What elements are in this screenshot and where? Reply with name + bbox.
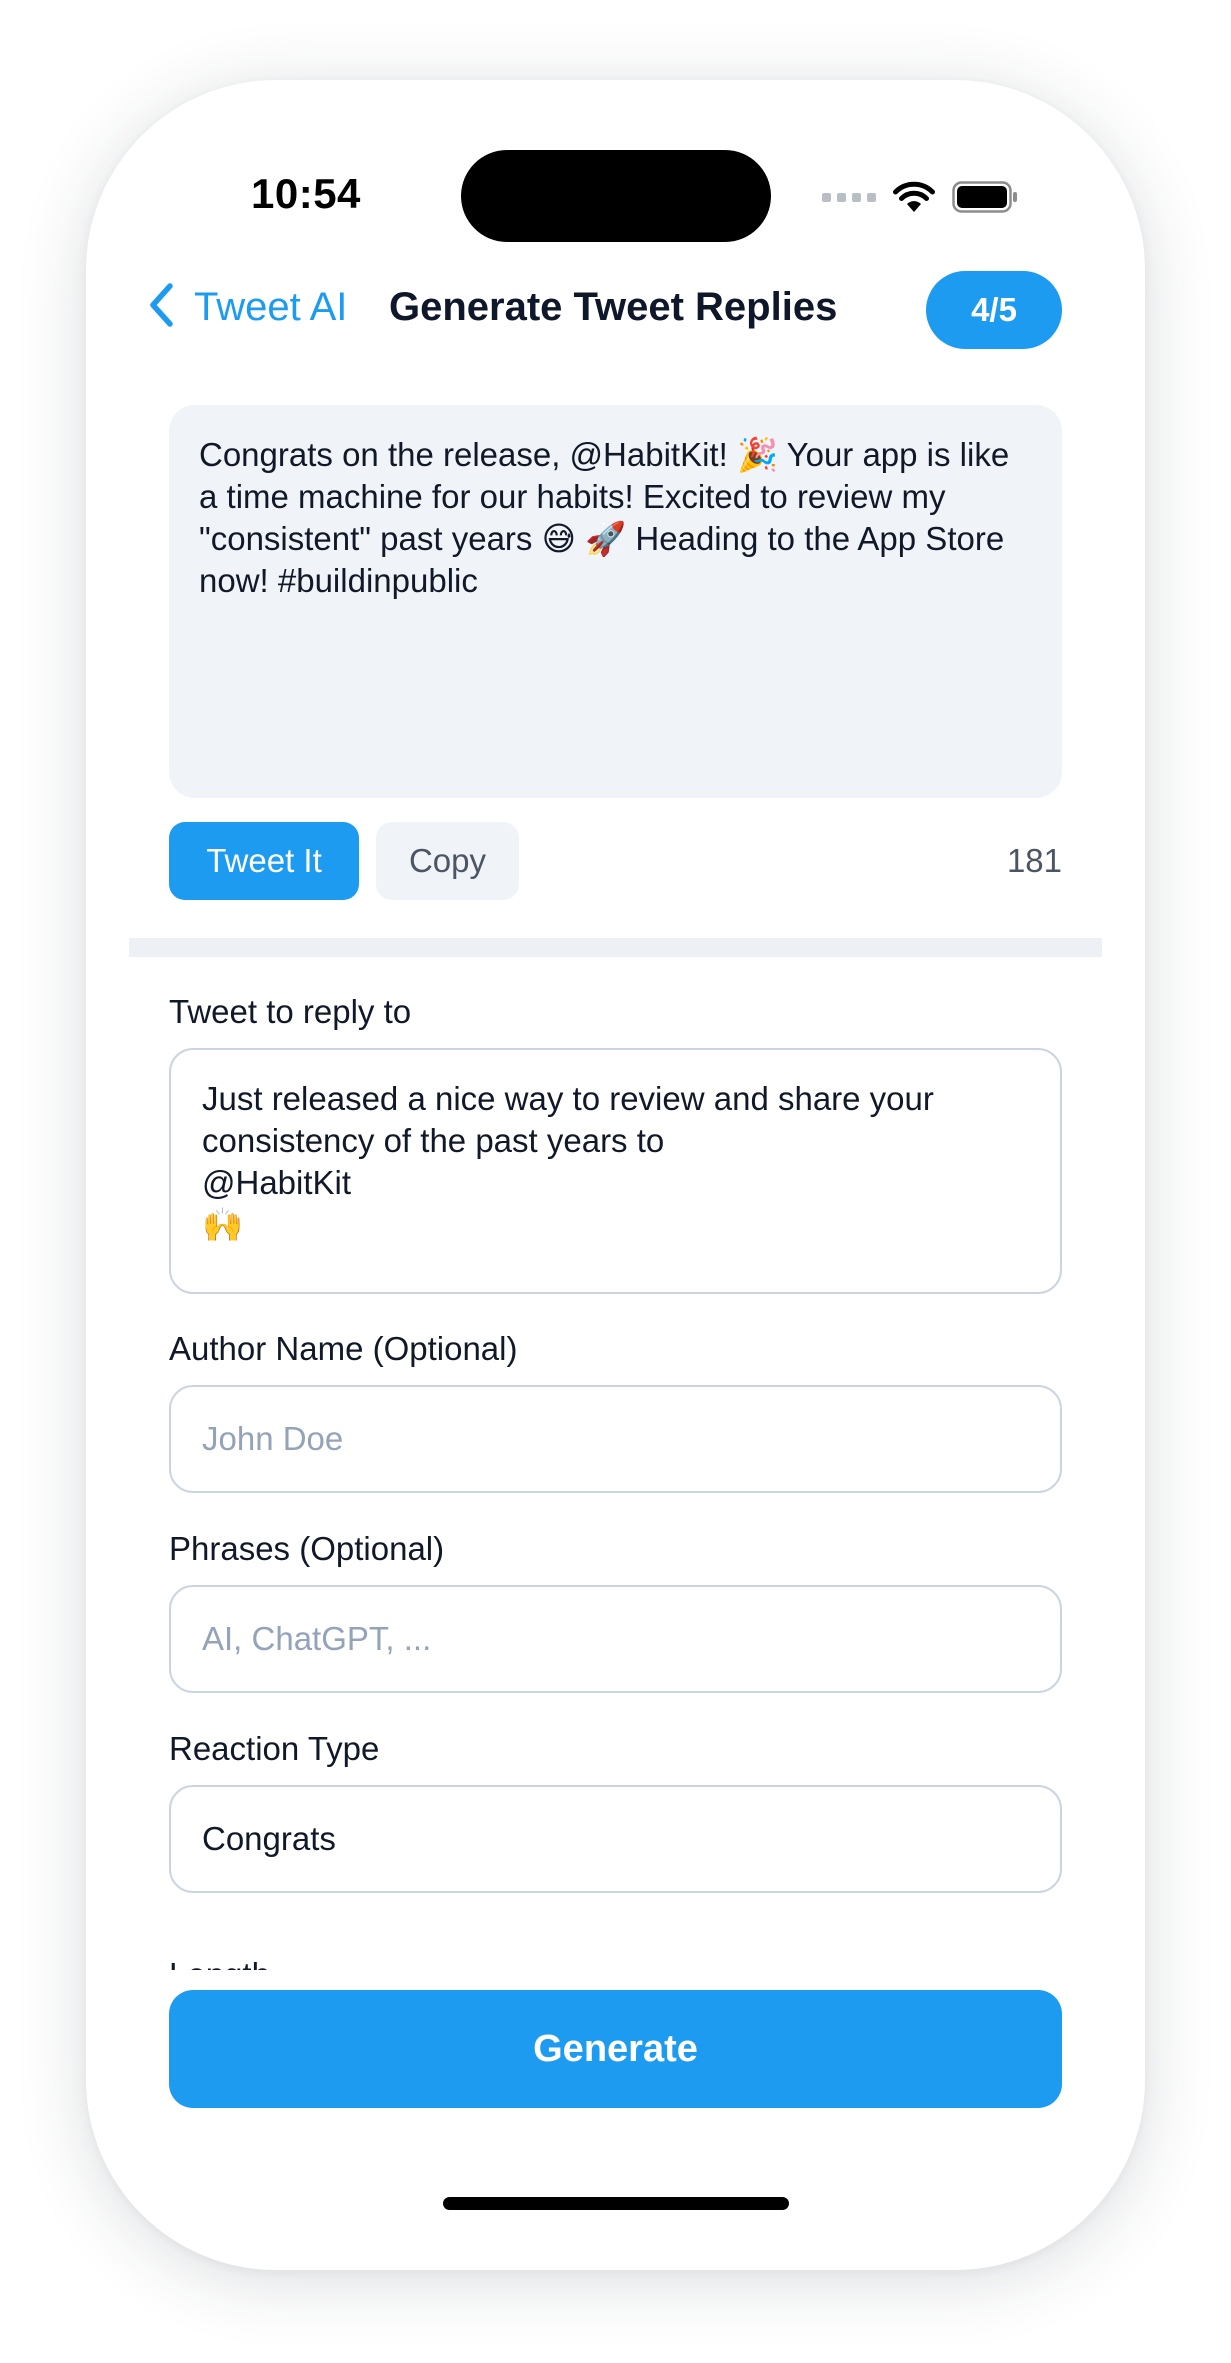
back-label: Tweet AI [194, 285, 348, 329]
length-label: Length [169, 1956, 270, 1970]
author-name-label: Author Name (Optional) [169, 1330, 518, 1367]
phrases-placeholder: AI, ChatGPT, ... [202, 1620, 432, 1657]
author-name-placeholder: John Doe [202, 1420, 344, 1457]
generate-button[interactable]: Generate [169, 1990, 1062, 2108]
home-indicator [443, 2197, 789, 2210]
tweet-to-reply-label: Tweet to reply to [169, 993, 412, 1030]
chevron-left-icon [148, 283, 174, 332]
phrases-input[interactable]: AI, ChatGPT, ... [169, 1585, 1062, 1693]
generated-reply-card: Congrats on the release, @HabitKit! 🎉 Yo… [169, 405, 1062, 798]
character-count: 181 [1006, 842, 1062, 879]
author-name-input[interactable]: John Doe [169, 1385, 1062, 1493]
dynamic-island [461, 150, 771, 242]
reaction-type-select[interactable]: Congrats [169, 1785, 1062, 1893]
status-time: 10:54 [251, 170, 361, 217]
wifi-icon [892, 180, 936, 214]
length-label-clipped: Length [169, 1950, 1062, 1970]
tweet-it-button[interactable]: Tweet It [169, 822, 359, 900]
reaction-type-value: Congrats [202, 1820, 336, 1857]
tweet-to-reply-textarea[interactable]: Just released a nice way to review and s… [169, 1048, 1062, 1294]
back-button[interactable]: Tweet AI [148, 283, 347, 332]
phrases-label: Phrases (Optional) [169, 1530, 445, 1567]
reply-counter-badge[interactable]: 4/5 [926, 271, 1062, 349]
phone-frame: 10:54 Tweet AI Generate Tweet Replies 4/… [86, 80, 1145, 2270]
section-divider [129, 938, 1102, 957]
battery-icon [952, 181, 1018, 213]
status-icons [822, 177, 1018, 217]
reaction-type-label: Reaction Type [169, 1730, 380, 1767]
copy-button[interactable]: Copy [376, 822, 519, 900]
cellular-signal-icon [822, 192, 876, 202]
page-title: Generate Tweet Replies [389, 285, 838, 329]
